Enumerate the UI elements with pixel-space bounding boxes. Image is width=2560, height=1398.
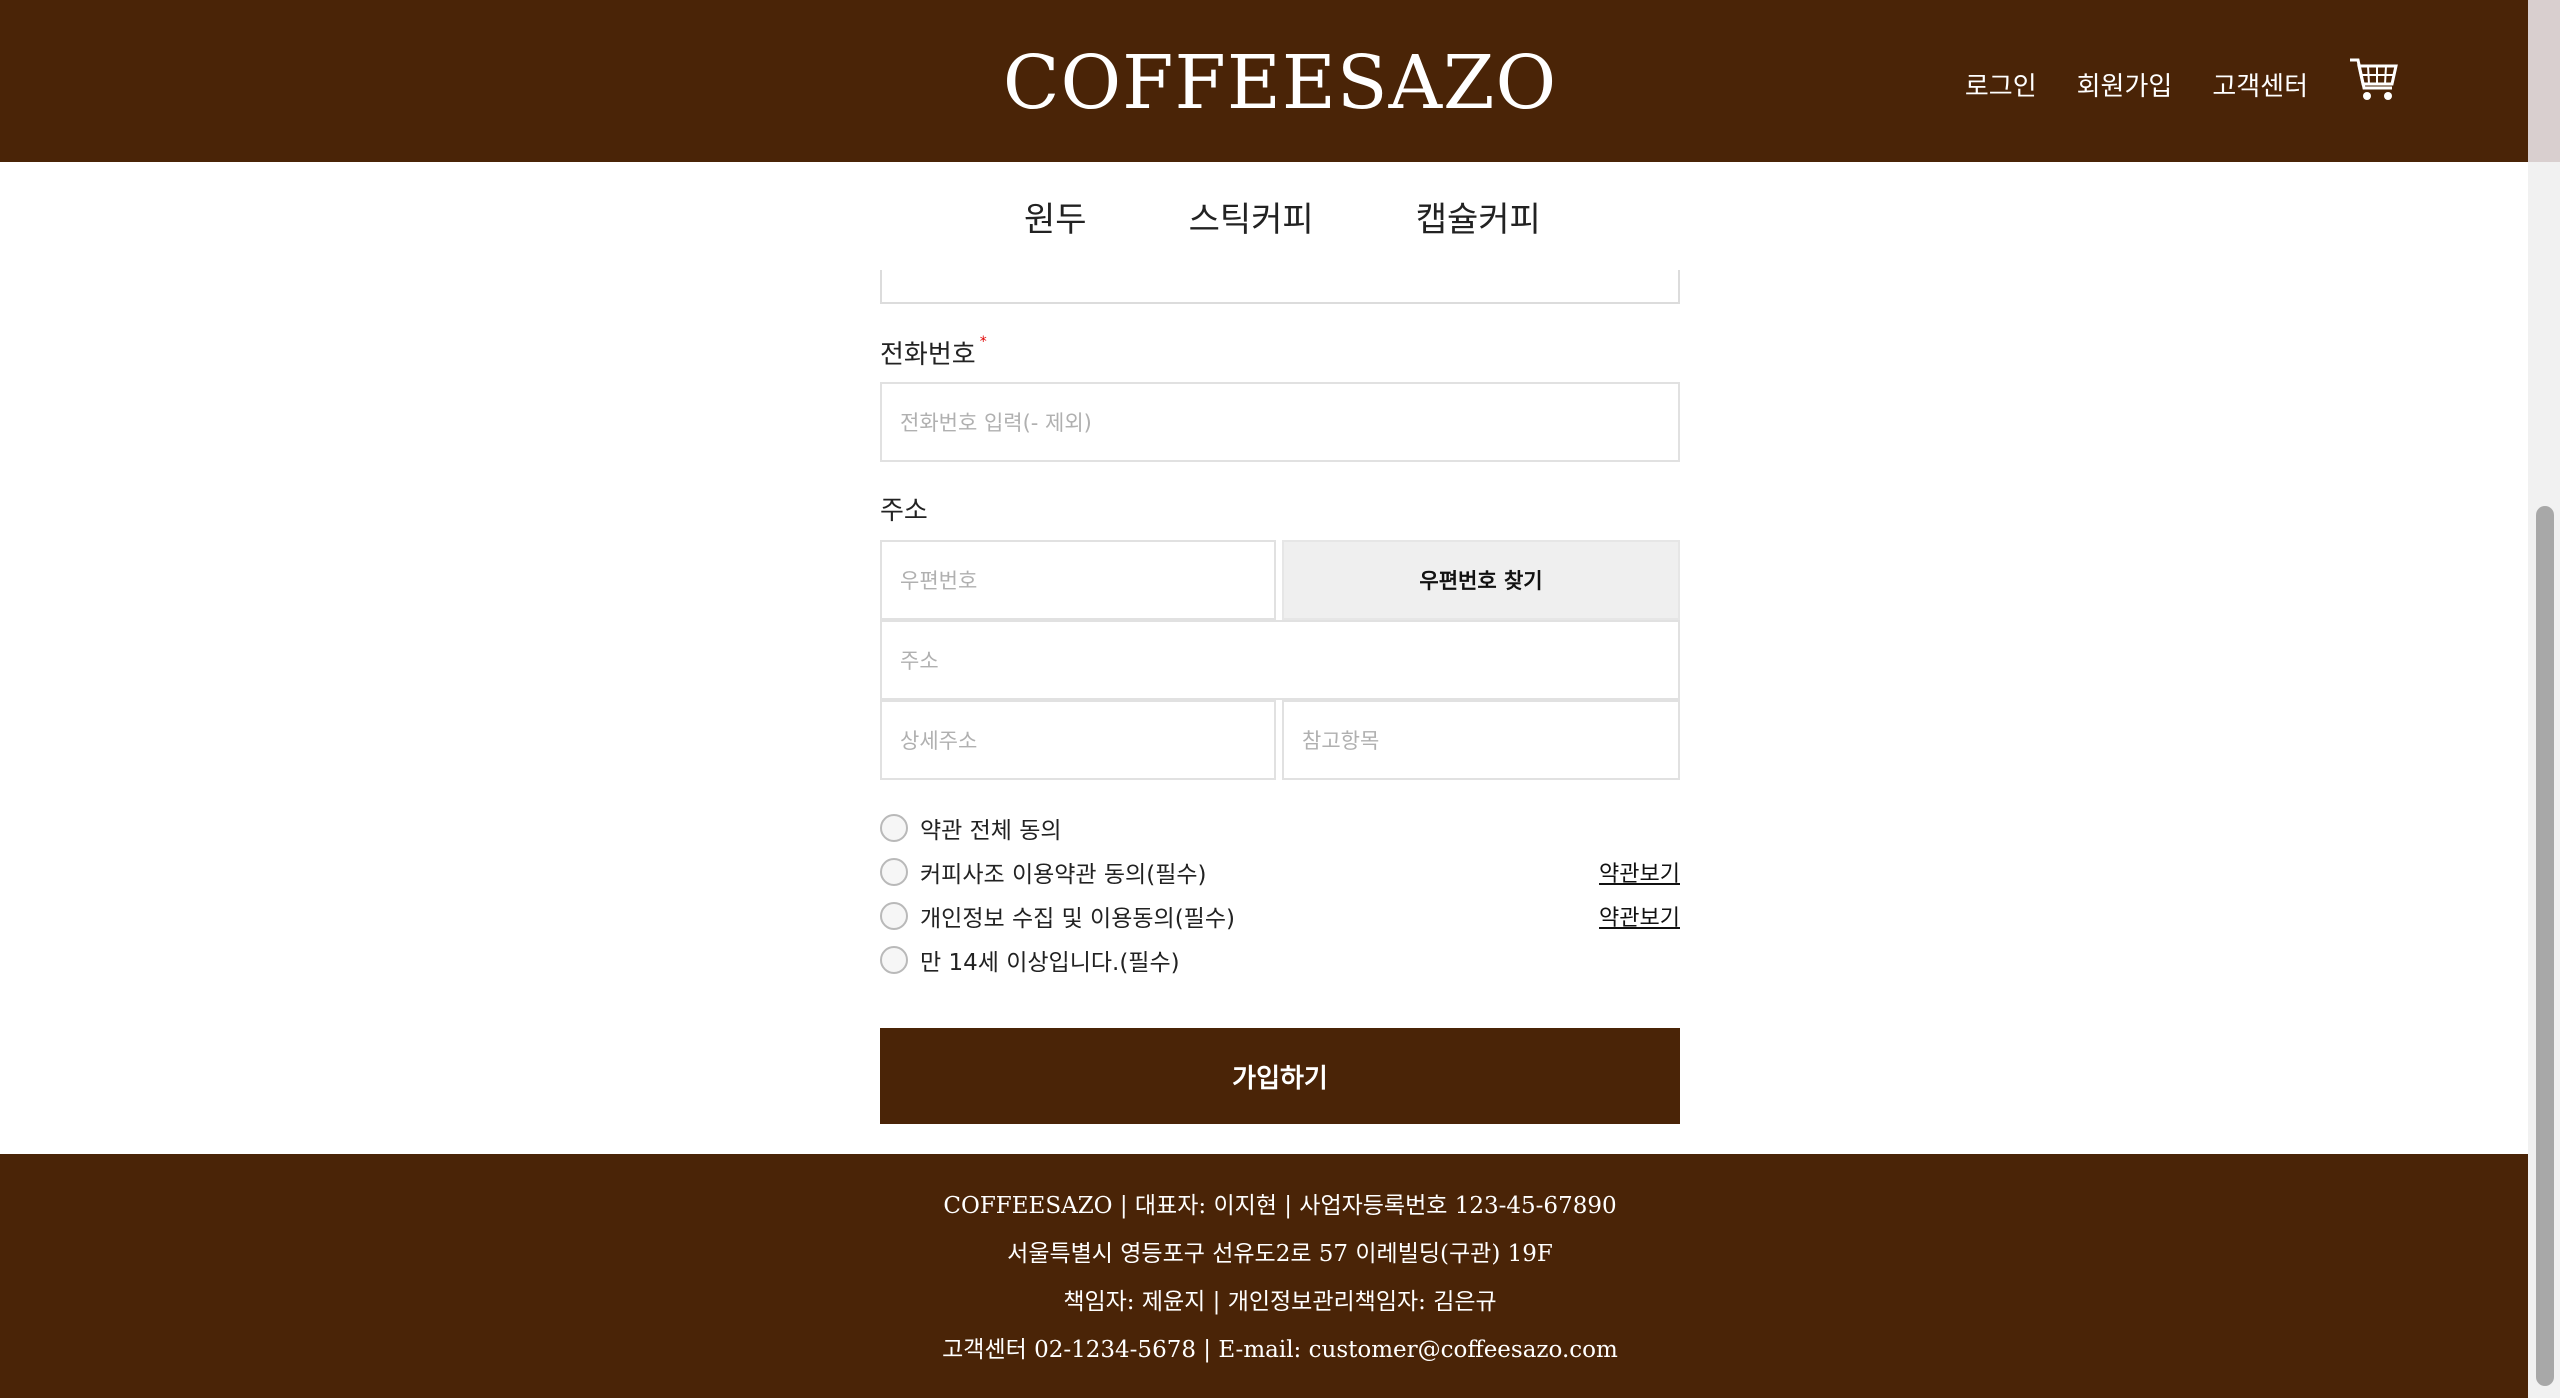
agree-age-radio[interactable] <box>880 946 908 974</box>
address-label: 주소 <box>880 496 928 526</box>
footer-managers: 책임자: 제윤지 | 개인정보관리책임자: 김은규 <box>1063 1289 1497 1315</box>
footer-company-info: COFFEESAZO | 대표자: 이지현 | 사업자등록번호 123-45-6… <box>943 1193 1617 1219</box>
agree-terms-label: 커피사조 이용약관 동의(필수) <box>920 862 1207 888</box>
agree-all-row[interactable]: 약관 전체 동의 <box>880 810 1680 846</box>
agree-privacy-radio[interactable] <box>880 902 908 930</box>
footer-address: 서울특별시 영등포구 선유도2로 57 이레빌딩(구관) 19F <box>1007 1241 1553 1267</box>
site-footer: COFFEESAZO | 대표자: 이지현 | 사업자등록번호 123-45-6… <box>0 1154 2528 1398</box>
address-input[interactable]: 주소 <box>880 620 1680 700</box>
find-postcode-button[interactable]: 우편번호 찾기 <box>1282 540 1680 620</box>
cart-icon[interactable] <box>2348 54 2400 106</box>
agree-privacy-label: 개인정보 수집 및 이용동의(필수) <box>920 906 1235 932</box>
agree-age-row[interactable]: 만 14세 이상입니다.(필수) <box>880 942 1680 978</box>
detail-address-input[interactable]: 상세주소 <box>880 700 1276 780</box>
agree-terms-radio[interactable] <box>880 858 908 886</box>
top-links: 로그인 회원가입 고객센터 <box>1965 58 2400 106</box>
agree-terms-row[interactable]: 커피사조 이용약관 동의(필수) 약관보기 <box>880 854 1680 890</box>
view-privacy-link[interactable]: 약관보기 <box>1599 900 1680 932</box>
login-link[interactable]: 로그인 <box>1965 66 2037 103</box>
customer-center-link[interactable]: 고객센터 <box>2212 66 2308 103</box>
signup-form: 전화번호 * 전화번호 입력(- 제외) 주소 우편번호 우편번호 찾기 주소 상… <box>0 270 2528 1154</box>
site-header: COFFEESAZO 로그인 회원가입 고객센터 <box>0 0 2528 162</box>
phone-input[interactable]: 전화번호 입력(- 제외) <box>880 382 1680 462</box>
view-terms-link[interactable]: 약관보기 <box>1599 856 1680 888</box>
postcode-input[interactable]: 우편번호 <box>880 540 1276 620</box>
signup-link[interactable]: 회원가입 <box>2077 66 2173 103</box>
nav-item-stick-coffee[interactable]: 스틱커피 <box>1189 192 1314 241</box>
nav-item-capsule-coffee[interactable]: 캡슐커피 <box>1416 192 1541 241</box>
agree-all-label: 약관 전체 동의 <box>920 818 1062 844</box>
extra-address-input[interactable]: 참고항목 <box>1282 700 1680 780</box>
category-nav: 원두 스틱커피 캡슐커피 <box>0 162 2528 270</box>
phone-label: 전화번호 * <box>880 334 987 370</box>
signup-submit-button[interactable]: 가입하기 <box>880 1028 1680 1124</box>
agree-all-radio[interactable] <box>880 814 908 842</box>
required-mark: * <box>979 334 987 350</box>
footer-contact: 고객센터 02-1234-5678 | E-mail: customer@cof… <box>942 1337 1618 1363</box>
scrollbar-top-area <box>2528 0 2560 162</box>
nav-item-beans[interactable]: 원두 <box>1024 192 1087 241</box>
previous-input-field[interactable] <box>880 270 1680 304</box>
agree-privacy-row[interactable]: 개인정보 수집 및 이용동의(필수) 약관보기 <box>880 898 1680 934</box>
scrollbar-thumb[interactable] <box>2536 506 2554 1386</box>
agree-age-label: 만 14세 이상입니다.(필수) <box>920 950 1180 976</box>
